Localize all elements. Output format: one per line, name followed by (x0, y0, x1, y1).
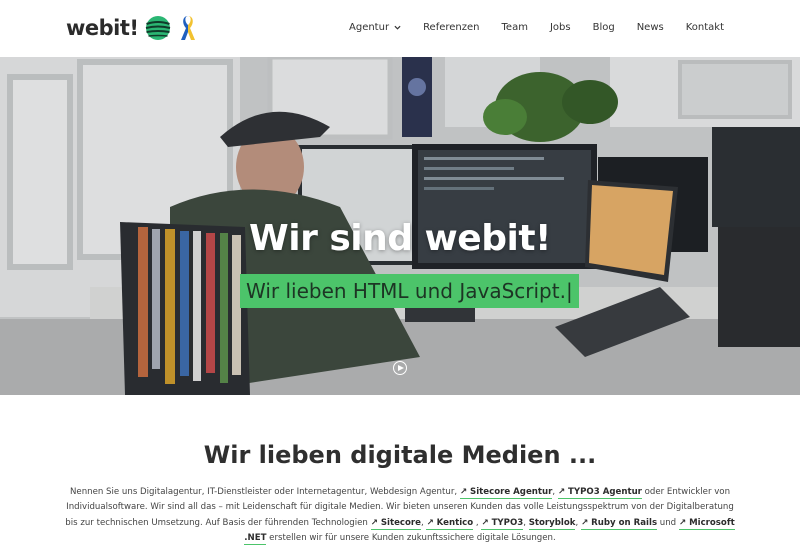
nav-item-blog[interactable]: Blog (593, 22, 615, 33)
hero-subtitle: Wir lieben HTML und JavaScript.| (240, 274, 579, 308)
external-link-icon: ↗ (459, 487, 468, 497)
nav-item-jobs[interactable]: Jobs (550, 22, 571, 33)
link-label: Ruby on Rails (591, 517, 658, 528)
section-headline: Wir lieben digitale Medien ... (203, 441, 597, 469)
external-link-icon: ↗ (370, 517, 378, 528)
link-sitecore-agentur[interactable]: ↗ Sitecore Agentur (459, 487, 553, 499)
nav-item-referenzen[interactable]: Referenzen (423, 22, 479, 33)
external-link-icon: ↗ (481, 517, 489, 528)
link-label: TYPO3 (491, 517, 524, 528)
link-label: Sitecore (380, 517, 421, 528)
hero-title: Wir sind webit! (249, 218, 551, 259)
link-storyblok[interactable]: Storyblok (528, 517, 576, 530)
ukraine-ribbon-icon (180, 16, 195, 40)
external-link-icon: ↗ (580, 517, 589, 528)
chevron-down-icon (394, 25, 401, 30)
external-link-icon: ↗ (678, 517, 687, 528)
text-segment: Nennen Sie uns Digitalagentur, IT-Dienst… (69, 487, 460, 497)
nav-item-label: Kontakt (685, 22, 724, 33)
nav-item-label: Referenzen (423, 22, 480, 33)
nav-item-label: Team (501, 22, 528, 33)
logo-text: webit! (66, 16, 139, 40)
link-typo3[interactable]: ↗ TYPO3 (481, 517, 524, 530)
main-nav: Agentur Referenzen Team Jobs Blog News K… (349, 22, 724, 33)
nav-item-label: News (636, 22, 664, 33)
text-segment: erstellen wir für unsere Kunden zukunfts… (266, 533, 556, 544)
nav-item-label: Jobs (549, 22, 571, 33)
nav-item-news[interactable]: News (637, 22, 664, 33)
logo[interactable]: webit! (66, 14, 197, 42)
intro-paragraph: Nennen Sie uns Digitalagentur, IT-Dienst… (62, 485, 738, 545)
external-link-icon: ↗ (557, 487, 566, 497)
text-segment: und (657, 517, 679, 528)
link-label: Kentico (436, 517, 474, 528)
link-sitecore[interactable]: ↗ Sitecore (370, 517, 421, 530)
link-label: Sitecore Agentur (470, 487, 553, 497)
link-ruby-on-rails[interactable]: ↗ Ruby on Rails (580, 517, 658, 530)
nav-item-label: Agentur (349, 22, 390, 33)
hero-section: Wir sind webit! (0, 57, 800, 395)
nav-item-agentur[interactable]: Agentur (349, 22, 401, 33)
nav-item-kontakt[interactable]: Kontakt (686, 22, 724, 33)
link-label: TYPO3 Agentur (568, 487, 642, 497)
intro-section: Wir lieben digitale Medien ... Nennen Si… (0, 395, 800, 545)
site-header: webit! Agentur Referenzen Team Jobs Blog… (0, 0, 800, 57)
external-link-icon: ↗ (426, 517, 434, 528)
nav-item-team[interactable]: Team (502, 22, 528, 33)
link-kentico[interactable]: ↗ Kentico (426, 517, 474, 530)
play-icon[interactable] (393, 361, 407, 375)
globe-icon (145, 16, 170, 40)
nav-item-label: Blog (592, 22, 615, 33)
link-typo3-agentur[interactable]: ↗ TYPO3 Agentur (557, 487, 642, 499)
link-label: Storyblok (528, 517, 576, 528)
